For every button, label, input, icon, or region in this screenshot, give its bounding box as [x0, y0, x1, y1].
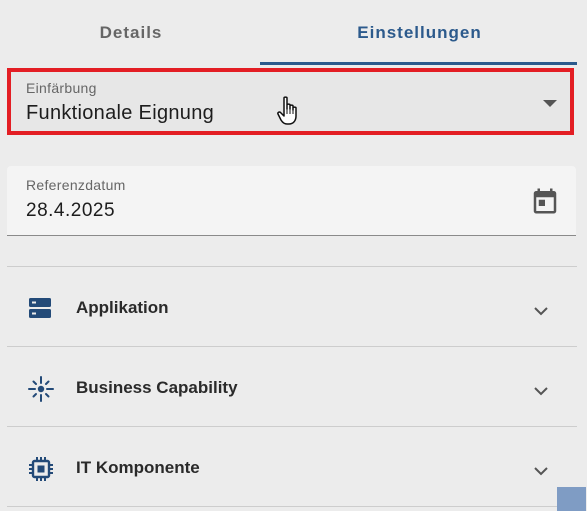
chip-icon — [29, 457, 53, 481]
settings-panel: Details Einstellungen Einfärbung Funktio… — [0, 0, 587, 511]
tab-details[interactable]: Details — [0, 0, 262, 66]
server-icon — [29, 298, 51, 318]
active-tab-indicator — [260, 62, 577, 65]
reference-date-value[interactable]: 28.4.2025 — [26, 200, 115, 222]
chevron-down-icon[interactable] — [531, 301, 551, 321]
category-item-it-komponente[interactable]: IT Komponente — [7, 427, 577, 506]
divider — [7, 506, 577, 507]
dropdown-arrow-icon[interactable] — [543, 100, 557, 107]
coloring-label: Einfärbung — [26, 80, 97, 96]
capability-icon — [28, 376, 54, 402]
hand-cursor-icon — [277, 96, 297, 125]
calendar-icon[interactable] — [530, 186, 560, 216]
category-label: Applikation — [76, 298, 169, 317]
category-label: IT Komponente — [76, 458, 200, 477]
reference-date-field[interactable]: Referenzdatum 28.4.2025 — [7, 166, 576, 236]
category-list: Applikation Business Capability IT Kompo… — [7, 266, 577, 507]
coloring-value: Funktionale Eignung — [26, 102, 215, 124]
reference-date-label: Referenzdatum — [26, 177, 126, 193]
category-item-business-capability[interactable]: Business Capability — [7, 347, 577, 426]
tab-einstellungen[interactable]: Einstellungen — [262, 0, 577, 66]
scroll-corner — [557, 487, 586, 511]
tab-bar: Details Einstellungen — [0, 0, 587, 66]
category-item-applikation[interactable]: Applikation — [7, 267, 577, 346]
category-label: Business Capability — [76, 378, 238, 397]
chevron-down-icon[interactable] — [531, 381, 551, 401]
chevron-down-icon[interactable] — [531, 461, 551, 481]
